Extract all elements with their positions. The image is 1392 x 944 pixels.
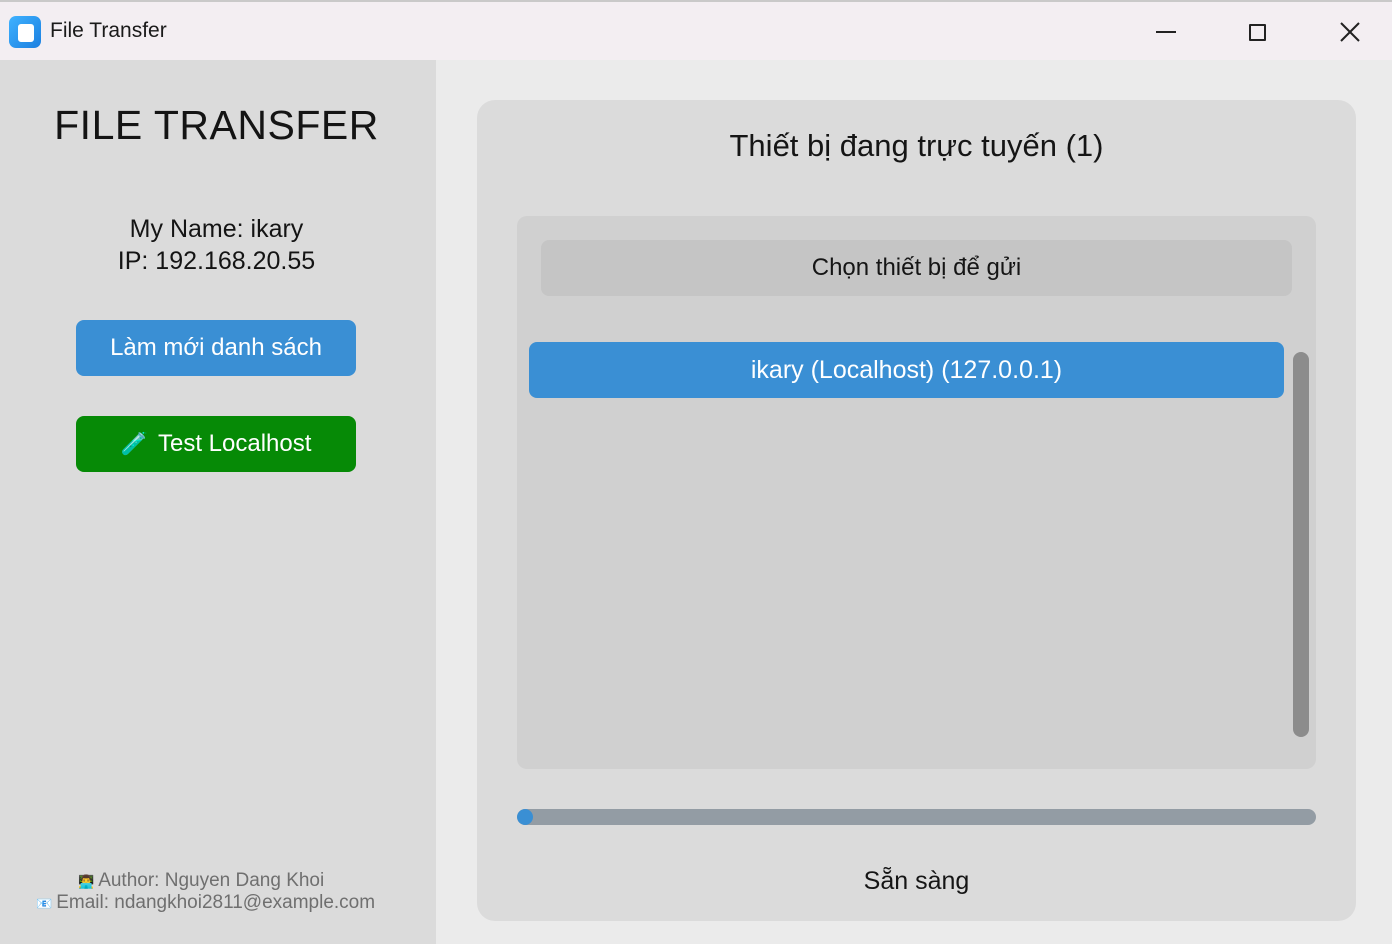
test-tube-icon: 🧪 <box>120 431 148 456</box>
app-icon <box>9 16 41 48</box>
email-line: 📧 Email: ndangkhoi2811@example.com <box>36 892 416 914</box>
online-devices-title: Thiết bị đang trực tuyến (1) <box>729 128 1104 163</box>
email-text: Email: ndangkhoi2811@example.com <box>56 892 376 913</box>
window-title: File Transfer <box>50 19 167 42</box>
transfer-progress-fill <box>517 809 533 825</box>
title-bar: File Transfer <box>0 0 1392 60</box>
minimize-button[interactable] <box>1143 12 1189 52</box>
my-ip-label: IP: 192.168.20.55 <box>117 247 316 275</box>
close-button[interactable] <box>1327 12 1373 52</box>
sidebar: FILE TRANSFER My Name: ikary IP: 192.168… <box>0 60 436 944</box>
refresh-list-label: Làm mới danh sách <box>110 334 322 361</box>
refresh-list-button[interactable]: Làm mới danh sách <box>76 320 356 376</box>
transfer-progress-bar <box>517 809 1316 825</box>
device-list-scrollbar[interactable] <box>1293 352 1309 737</box>
devices-panel: Thiết bị đang trực tuyến (1) Chọn thiết … <box>477 100 1356 921</box>
device-list-header: Chọn thiết bị để gửi <box>541 240 1292 296</box>
maximize-icon <box>1248 23 1266 41</box>
test-localhost-label: Test Localhost <box>157 430 312 457</box>
minimize-icon <box>1156 31 1176 33</box>
author-text: Author: Nguyen Dang Khoi <box>98 870 325 891</box>
author-line: 👨‍💻 Author: Nguyen Dang Khoi <box>36 870 416 892</box>
close-icon <box>1340 22 1360 42</box>
maximize-button[interactable] <box>1234 12 1280 52</box>
app-window: File Transfer FILE TRANSFER My Name: ika… <box>0 0 1392 944</box>
status-label: Sẵn sàng <box>863 867 970 895</box>
device-list-item[interactable]: ikary (Localhost) (127.0.0.1) <box>529 342 1284 398</box>
developer-icon: 👨‍💻 <box>78 874 95 889</box>
app-heading: FILE TRANSFER <box>54 102 379 148</box>
email-icon: 📧 <box>36 896 53 911</box>
my-name-label: My Name: ikary <box>129 215 304 243</box>
device-list[interactable]: Chọn thiết bị để gửi ikary (Localhost) (… <box>517 216 1316 769</box>
test-localhost-button[interactable]: 🧪 Test Localhost <box>76 416 356 472</box>
footer: 👨‍💻 Author: Nguyen Dang Khoi 📧 Email: ndan… <box>36 870 416 914</box>
